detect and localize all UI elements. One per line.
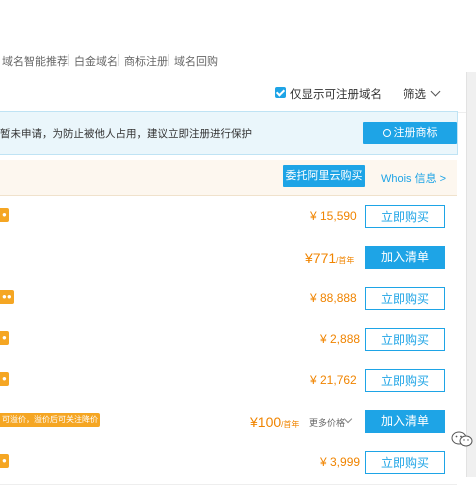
nav-item-smart-recommend[interactable]: 域名智能推荐 bbox=[2, 53, 68, 69]
buy-now-button[interactable]: 立即购买 bbox=[365, 451, 445, 474]
tag-badge: ● bbox=[0, 372, 9, 386]
nav-item-platinum-domains[interactable]: 白金域名 bbox=[74, 53, 118, 69]
price-text: ¥100/首年 bbox=[250, 414, 299, 430]
add-to-list-button[interactable]: 加入清单 bbox=[365, 410, 445, 433]
agent-purchase-button[interactable]: 委托阿里云购买 bbox=[283, 165, 365, 187]
register-trademark-button[interactable]: 注册商标 bbox=[363, 122, 457, 144]
nav-divider bbox=[68, 54, 69, 66]
scrollbar-track[interactable] bbox=[466, 72, 476, 477]
tag-badge: ● bbox=[0, 454, 9, 468]
add-to-list-button[interactable]: 加入清单 bbox=[365, 246, 445, 269]
price-unit: /首年 bbox=[336, 256, 355, 265]
wechat-watermark-icon bbox=[451, 431, 473, 447]
nav-item-trademark[interactable]: 商标注册 bbox=[124, 53, 168, 69]
chevron-down-icon[interactable] bbox=[343, 414, 353, 424]
trademark-notice: 暂未申请，为防止被他人占用，建议立即注册进行保护 注册商标 bbox=[0, 111, 458, 155]
domain-row: ● ¥ 3,999 立即购买 bbox=[0, 443, 457, 485]
price-text: ¥771/首年 bbox=[305, 250, 354, 266]
nav-divider bbox=[168, 54, 169, 66]
domain-row: ●● ¥ 88,888 立即购买 bbox=[0, 279, 457, 321]
buy-now-button[interactable]: 立即购买 bbox=[365, 287, 445, 310]
chevron-down-icon[interactable] bbox=[430, 86, 441, 97]
nav-item-domain-buyback[interactable]: 域名回购 bbox=[174, 53, 218, 69]
price-value: ¥771 bbox=[305, 250, 337, 266]
price-text: ¥ 21,762 bbox=[310, 373, 357, 387]
available-only-label[interactable]: 仅显示可注册域名 bbox=[290, 86, 382, 102]
agent-purchase-row: 委托阿里云购买 Whois 信息 > bbox=[0, 160, 457, 196]
tag-badge: 可溢价，溢价后可关注降价 bbox=[0, 413, 100, 427]
notice-text: 暂未申请，为防止被他人占用，建议立即注册进行保护 bbox=[0, 128, 252, 140]
nav-divider bbox=[118, 54, 119, 66]
filter-dropdown[interactable]: 筛选 bbox=[403, 86, 426, 102]
price-unit: /首年 bbox=[281, 420, 300, 429]
more-prices-link[interactable]: 更多价格 bbox=[309, 416, 345, 429]
domain-row: 可溢价，溢价后可关注降价 ¥100/首年 更多价格 加入清单 bbox=[0, 402, 457, 444]
sub-navigation: 域名智能推荐 白金域名 商标注册 域名回购 bbox=[0, 48, 476, 73]
price-text: ¥ 88,888 bbox=[310, 291, 357, 305]
top-blank-header bbox=[0, 0, 476, 48]
tag-badge: ●● bbox=[0, 290, 14, 304]
user-icon bbox=[382, 129, 391, 137]
available-only-checkbox[interactable] bbox=[275, 87, 286, 98]
price-text: ¥ 15,590 bbox=[310, 209, 357, 223]
buy-now-button[interactable]: 立即购买 bbox=[365, 369, 445, 392]
register-trademark-label: 注册商标 bbox=[393, 127, 438, 139]
buy-now-button[interactable]: 立即购买 bbox=[365, 328, 445, 351]
price-text: ¥ 3,999 bbox=[320, 455, 361, 469]
domain-row: ● ¥ 21,762 立即购买 bbox=[0, 361, 457, 403]
price-text: ¥ 2,888 bbox=[320, 332, 361, 346]
filter-bar: 仅显示可注册域名 筛选 bbox=[0, 72, 466, 113]
price-value: ¥100 bbox=[250, 414, 282, 430]
domain-row: ¥771/首年 加入清单 bbox=[0, 238, 457, 280]
tag-badge: ● bbox=[0, 331, 9, 345]
whois-link[interactable]: Whois 信息 > bbox=[381, 170, 446, 186]
tag-badge: ● bbox=[0, 208, 9, 222]
buy-now-button[interactable]: 立即购买 bbox=[365, 205, 445, 228]
domain-row: ● ¥ 2,888 立即购买 bbox=[0, 320, 457, 362]
domain-row: ● ¥ 15,590 立即购买 bbox=[0, 197, 457, 239]
